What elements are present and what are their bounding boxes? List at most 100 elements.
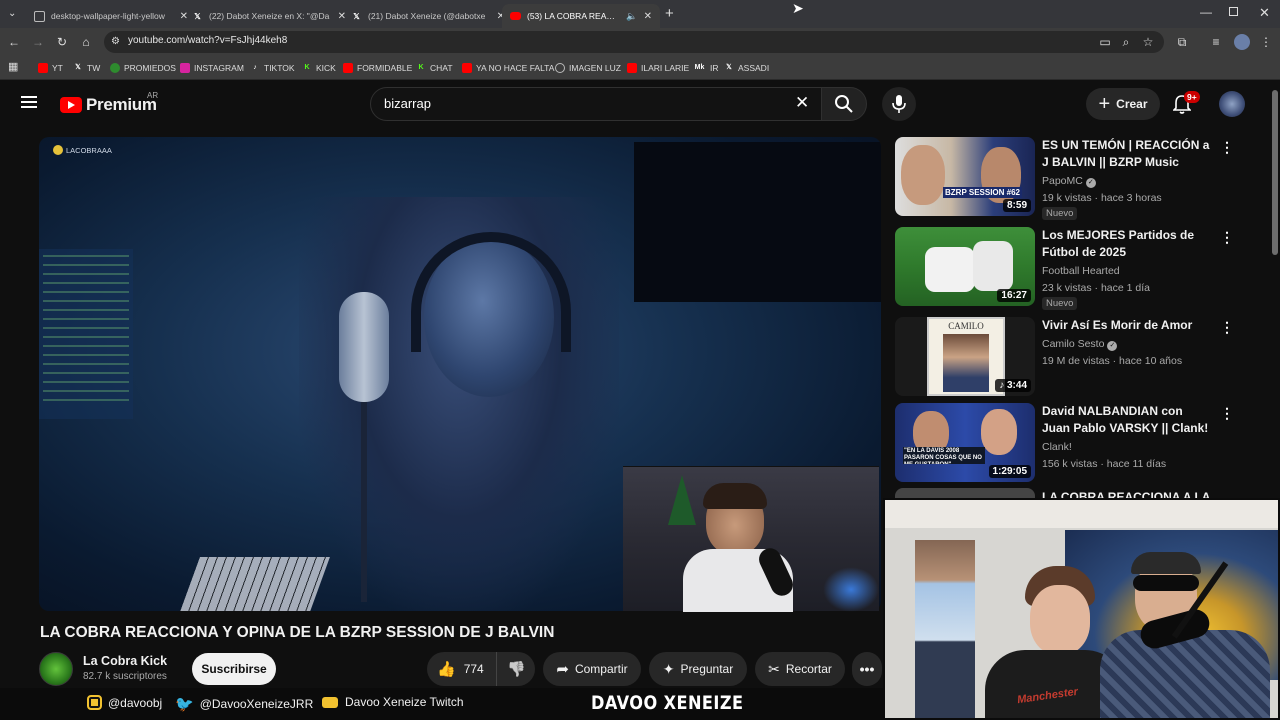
video-title[interactable]: David NALBANDIAN con Juan Pablo VARSKY |… <box>1042 403 1212 437</box>
new-tab-button[interactable]: + <box>665 5 674 22</box>
video-thumbnail[interactable]: CAMILO ♪ 3:44 <box>895 317 1035 396</box>
bookmark-formidable[interactable]: FORMIDABLE <box>343 61 412 75</box>
video-thumbnail[interactable]: 16:27 <box>895 227 1035 306</box>
subscribe-button[interactable]: Suscribirse <box>192 653 276 685</box>
recommendation-item[interactable]: 16:27 Los MEJORES Partidos de Fútbol de … <box>895 227 1265 310</box>
channel-watermark: LACOBRAAA <box>53 145 112 155</box>
video-thumbnail[interactable]: BZRP SESSION #62 8:59 <box>895 137 1035 216</box>
channel-avatar[interactable] <box>39 652 73 686</box>
page-scrollbar-thumb[interactable] <box>1272 90 1278 255</box>
notifications-button[interactable]: 9+ <box>1172 91 1200 115</box>
menu-icon[interactable]: ⋮ <box>1258 34 1274 50</box>
bookmark-ilari-larie[interactable]: ILARI LARIE <box>627 61 689 75</box>
bookmark-assadi[interactable]: 𝕏 ASSADI <box>724 61 769 75</box>
bookmark-promiedos[interactable]: PROMIEDOS <box>110 61 176 75</box>
forward-icon[interactable]: → <box>30 34 46 50</box>
bookmark-ir[interactable]: Mk IR <box>693 61 719 75</box>
more-options-icon[interactable]: ⋮ <box>1220 319 1234 336</box>
minimize-button[interactable]: — <box>1200 5 1212 19</box>
bookmark-instagram[interactable]: INSTAGRAM <box>180 61 244 75</box>
like-count: 774 <box>463 662 484 676</box>
search-button[interactable] <box>821 87 867 121</box>
recommendation-item[interactable]: CAMILO ♪ 3:44 Vivir Así Es Morir de Amor… <box>895 317 1265 397</box>
channel-name[interactable]: Football Hearted <box>1042 265 1120 277</box>
globe-icon <box>555 63 565 73</box>
account-avatar[interactable] <box>1219 91 1245 117</box>
bookmark-kick[interactable]: K KICK <box>302 61 335 75</box>
clear-search-icon[interactable]: ✕ <box>795 93 809 113</box>
more-options-icon[interactable]: ⋮ <box>1220 405 1234 422</box>
bookmark-tw[interactable]: 𝕏 TW <box>73 61 100 75</box>
promiedos-icon <box>110 63 120 73</box>
recommendation-item[interactable]: "EN LA DAVIS 2008 PASARON COSAS QUE NO M… <box>895 403 1265 483</box>
bookmark-chat[interactable]: K CHAT <box>416 61 452 75</box>
extensions-icon[interactable]: ⧉ <box>1174 34 1190 50</box>
music-note-icon: ♪ <box>999 380 1005 391</box>
video-thumbnail[interactable]: "EN LA DAVIS 2008 PASARON COSAS QUE NO M… <box>895 403 1035 482</box>
browser-tab-3[interactable]: 𝕏 (21) Dabot Xeneize (@dabotxe ✕ <box>343 4 513 28</box>
ask-button[interactable]: ✦ Preguntar <box>649 652 747 686</box>
speaker-icon[interactable]: 🔈 <box>626 11 637 22</box>
mk-icon: Mk <box>694 64 705 71</box>
apps-grid-icon[interactable]: ▦ <box>8 60 18 73</box>
video-title[interactable]: ES UN TEMÓN | REACCIÓN a J BALVIN || BZR… <box>1042 137 1212 171</box>
recommendation-item[interactable]: BZRP SESSION #62 8:59 ES UN TEMÓN | REAC… <box>895 137 1265 220</box>
search-box[interactable] <box>370 87 826 121</box>
install-app-icon[interactable]: ▭ <box>1097 34 1113 50</box>
thumbs-down-icon[interactable]: 👎 <box>507 660 526 678</box>
close-window-button[interactable]: ✕ <box>1259 5 1270 21</box>
site-info-icon[interactable]: ⚙ <box>111 36 120 47</box>
channel-name[interactable]: PapoMC ✓ <box>1042 175 1096 188</box>
like-button[interactable]: 👍 774 <box>427 652 497 686</box>
bookmark-yt[interactable]: YT <box>38 61 63 75</box>
thumb-quote: "EN LA DAVIS 2008 PASARON COSAS QUE NO M… <box>903 447 985 464</box>
close-icon[interactable]: ✕ <box>644 11 652 22</box>
like-dislike-group: 👍 774 👎 <box>427 652 535 686</box>
restore-button[interactable] <box>1229 7 1238 16</box>
video-frame-keyboard <box>178 557 330 611</box>
browser-tab-2[interactable]: 𝕏 (22) Dabot Xeneize en X: "@Da ✕ <box>184 4 354 28</box>
search-input[interactable]: bizarrap <box>384 96 431 111</box>
streamer-brand: DAVOO XENEIZE <box>591 692 744 714</box>
video-title[interactable]: Los MEJORES Partidos de Fútbol de 2025 <box>1042 227 1212 261</box>
thumb-text: BZRP SESSION #62 <box>943 187 1022 198</box>
album-cover-text: CAMILO <box>948 321 984 331</box>
more-options-icon[interactable]: ⋮ <box>1220 139 1234 156</box>
zoom-icon[interactable]: ⌕ <box>1118 34 1134 50</box>
channel-name[interactable]: La Cobra Kick <box>83 654 167 668</box>
instagram-icon <box>180 63 190 73</box>
browser-tab-4-active[interactable]: (53) LA COBRA REACCIONA 🔈 ✕ <box>502 4 660 28</box>
bookmark-imagen-luz[interactable]: IMAGEN LUZ <box>555 61 621 75</box>
clip-button[interactable]: ✂ Recortar <box>755 652 845 686</box>
channel-name[interactable]: Camilo Sesto ✓ <box>1042 338 1118 351</box>
bookmark-tiktok[interactable]: ♪ TIKTOK <box>250 61 294 75</box>
twitter-bird-icon: 🐦 <box>175 696 194 713</box>
youtube-icon <box>627 63 637 73</box>
thumb-player-1 <box>925 247 975 292</box>
youtube-logo[interactable]: Premium <box>60 95 157 115</box>
tab-search-icon[interactable]: ⌄ <box>8 8 16 19</box>
youtube-icon <box>510 12 521 20</box>
share-button[interactable]: ➦ Compartir <box>543 652 641 686</box>
reload-icon[interactable]: ↻ <box>54 34 70 50</box>
video-duration: 8:59 <box>1002 199 1031 212</box>
browser-tab-strip: ⌄ desktop-wallpaper-light-yellow ✕ 𝕏 (22… <box>0 0 1280 28</box>
bookmark-ya-no-hace-falta[interactable]: YA NO HACE FALTA <box>462 61 554 75</box>
voice-search-button[interactable] <box>882 87 916 121</box>
profile-avatar[interactable] <box>1234 34 1250 50</box>
back-icon[interactable]: ← <box>6 34 22 50</box>
hamburger-menu-icon-mid <box>21 101 37 103</box>
footer-twitter: 🐦 @DavooXeneizeJRR <box>175 696 314 713</box>
browser-tab-1[interactable]: desktop-wallpaper-light-yellow ✕ <box>26 4 196 28</box>
channel-name[interactable]: Clank! <box>1042 441 1072 453</box>
url-text[interactable]: youtube.com/watch?v=FsJhj44keh8 <box>128 35 287 46</box>
youtube-icon <box>343 63 353 73</box>
bookmark-star-icon[interactable]: ☆ <box>1140 34 1156 50</box>
video-title[interactable]: Vivir Así Es Morir de Amor <box>1042 317 1212 334</box>
thumb-face-right <box>981 409 1017 455</box>
more-actions-button[interactable]: ••• <box>852 652 882 686</box>
create-button[interactable]: + Crear <box>1086 88 1160 120</box>
reading-list-icon[interactable]: ≡ <box>1208 34 1224 50</box>
more-options-icon[interactable]: ⋮ <box>1220 229 1234 246</box>
home-icon[interactable]: ⌂ <box>78 34 94 50</box>
